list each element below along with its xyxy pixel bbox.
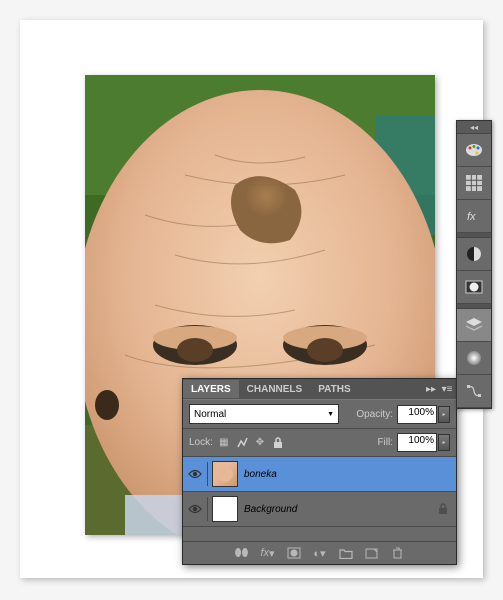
panel-menu-icon[interactable]: ▾≡ [440, 382, 454, 396]
delete-layer-icon[interactable] [389, 546, 407, 560]
layers-footer: ⬮⬮ fx▾ ◐▾ [183, 542, 456, 564]
layers-panel: LAYERS CHANNELS PATHS ▸▸ ▾≡ Normal Opaci… [182, 378, 457, 565]
group-icon[interactable] [337, 546, 355, 560]
masks-icon[interactable] [457, 271, 491, 304]
blend-opacity-row: Normal Opacity: 100% ▸ [183, 399, 456, 429]
panel-tab-bar: LAYERS CHANNELS PATHS ▸▸ ▾≡ [183, 379, 456, 399]
layer-thumbnail[interactable] [212, 496, 238, 522]
opacity-label: Opacity: [356, 409, 393, 420]
lock-image-icon[interactable] [235, 436, 249, 450]
layer-style-icon[interactable]: fx▾ [259, 546, 277, 560]
layer-row[interactable]: Background [183, 492, 456, 527]
opacity-input[interactable]: 100% [397, 405, 437, 424]
document-canvas-frame: LAYERS CHANNELS PATHS ▸▸ ▾≡ Normal Opaci… [20, 20, 483, 578]
styles-fx-icon[interactable]: fx [457, 200, 491, 233]
lock-transparent-icon[interactable]: ▦ [217, 436, 231, 450]
color-swatches-icon[interactable] [457, 134, 491, 167]
adjustments-icon[interactable] [457, 238, 491, 271]
fill-label: Fill: [377, 437, 393, 448]
lock-position-icon[interactable]: ✥ [253, 436, 267, 450]
right-tool-dock: ◂◂ fx [456, 120, 492, 409]
paths-dock-icon[interactable] [457, 375, 491, 408]
visibility-icon[interactable] [187, 501, 203, 517]
tab-paths[interactable]: PATHS [310, 380, 358, 398]
layer-list: boneka Background [183, 457, 456, 542]
tab-channels[interactable]: CHANNELS [239, 380, 311, 398]
svg-text:fx: fx [467, 211, 476, 223]
opacity-popup-icon[interactable]: ▸ [438, 406, 450, 423]
layer-name[interactable]: Background [244, 504, 438, 515]
fill-adjustment-icon[interactable]: ◐▾ [311, 546, 329, 560]
lock-label: Lock: [189, 437, 213, 448]
dock-collapse-icon[interactable]: ◂◂ [457, 121, 491, 134]
layer-name[interactable]: boneka [244, 469, 452, 480]
layer-mask-icon[interactable] [285, 546, 303, 560]
lock-fill-row: Lock: ▦ ✥ Fill: 100% ▸ [183, 429, 456, 457]
fill-input[interactable]: 100% [397, 433, 437, 452]
lock-all-icon[interactable] [271, 436, 285, 450]
layers-dock-icon[interactable] [457, 309, 491, 342]
link-layers-icon[interactable]: ⬮⬮ [233, 546, 251, 560]
blend-mode-select[interactable]: Normal [189, 404, 339, 424]
layer-empty [183, 527, 456, 542]
collapse-icon[interactable]: ▸▸ [424, 382, 438, 396]
new-layer-icon[interactable] [363, 546, 381, 560]
fill-popup-icon[interactable]: ▸ [438, 434, 450, 451]
tab-layers[interactable]: LAYERS [183, 380, 239, 398]
visibility-icon[interactable] [187, 466, 203, 482]
lock-icon [438, 503, 448, 515]
layer-row[interactable]: boneka [183, 457, 456, 492]
channels-dock-icon[interactable] [457, 342, 491, 375]
swatches-grid-icon[interactable] [457, 167, 491, 200]
layer-thumbnail[interactable] [212, 461, 238, 487]
